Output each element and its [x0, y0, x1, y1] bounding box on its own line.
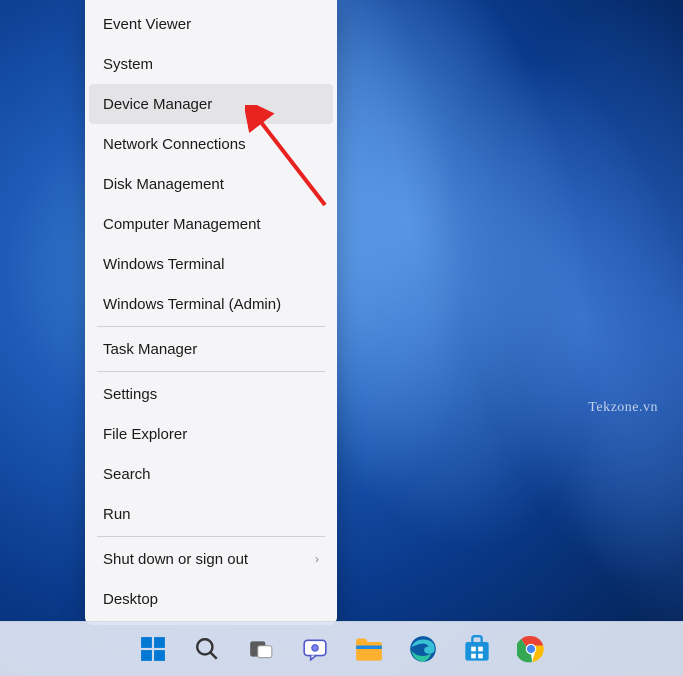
menu-item-label: Run [103, 506, 131, 523]
chat-icon [302, 636, 328, 662]
menu-item-network-connections[interactable]: Network Connections [89, 124, 333, 164]
menu-separator [97, 536, 325, 537]
chrome-icon [517, 635, 545, 663]
menu-item-label: File Explorer [103, 426, 187, 443]
menu-item-label: Desktop [103, 591, 158, 608]
menu-item-desktop[interactable]: Desktop [89, 579, 333, 619]
menu-item-label: Shut down or sign out [103, 551, 248, 568]
chat-button[interactable] [294, 628, 336, 670]
store-button[interactable] [456, 628, 498, 670]
menu-item-settings[interactable]: Settings [89, 374, 333, 414]
edge-button[interactable] [402, 628, 444, 670]
menu-item-label: Settings [103, 386, 157, 403]
menu-item-disk-management[interactable]: Disk Management [89, 164, 333, 204]
menu-item-event-viewer[interactable]: Event Viewer [89, 4, 333, 44]
start-button[interactable] [132, 628, 174, 670]
menu-item-label: Windows Terminal (Admin) [103, 296, 281, 313]
menu-item-device-manager[interactable]: Device Manager [89, 84, 333, 124]
explorer-icon [355, 636, 383, 662]
menu-item-label: Windows Terminal [103, 256, 224, 273]
store-icon [463, 635, 491, 663]
menu-separator [97, 326, 325, 327]
menu-item-label: Task Manager [103, 341, 197, 358]
menu-separator [97, 371, 325, 372]
menu-item-system[interactable]: System [89, 44, 333, 84]
winx-context-menu: Event Viewer System Device Manager Network … [85, 0, 337, 625]
menu-item-label: Network Connections [103, 136, 246, 153]
taskview-icon [248, 636, 274, 662]
menu-item-computer-management[interactable]: Computer Management [89, 204, 333, 244]
explorer-button[interactable] [348, 628, 390, 670]
menu-item-label: Device Manager [103, 96, 212, 113]
menu-item-label: Search [103, 466, 151, 483]
menu-item-run[interactable]: Run [89, 494, 333, 534]
menu-item-shut-down-or-sign-out[interactable]: Shut down or sign out › [89, 539, 333, 579]
menu-item-search[interactable]: Search [89, 454, 333, 494]
menu-item-label: Computer Management [103, 216, 261, 233]
menu-item-label: Disk Management [103, 176, 224, 193]
search-button[interactable] [186, 628, 228, 670]
search-icon [194, 636, 220, 662]
taskbar [0, 621, 683, 676]
menu-item-windows-terminal-admin[interactable]: Windows Terminal (Admin) [89, 284, 333, 324]
menu-item-windows-terminal[interactable]: Windows Terminal [89, 244, 333, 284]
desktop-wallpaper: Tekzone.vn Event Viewer System Device Mana… [0, 0, 683, 676]
watermark-text: Tekzone.vn [588, 400, 658, 416]
chrome-button[interactable] [510, 628, 552, 670]
chevron-right-icon: › [315, 552, 319, 566]
edge-icon [409, 635, 437, 663]
menu-item-file-explorer[interactable]: File Explorer [89, 414, 333, 454]
start-icon [140, 636, 166, 662]
menu-item-label: Event Viewer [103, 16, 191, 33]
menu-item-task-manager[interactable]: Task Manager [89, 329, 333, 369]
taskview-button[interactable] [240, 628, 282, 670]
menu-item-label: System [103, 56, 153, 73]
